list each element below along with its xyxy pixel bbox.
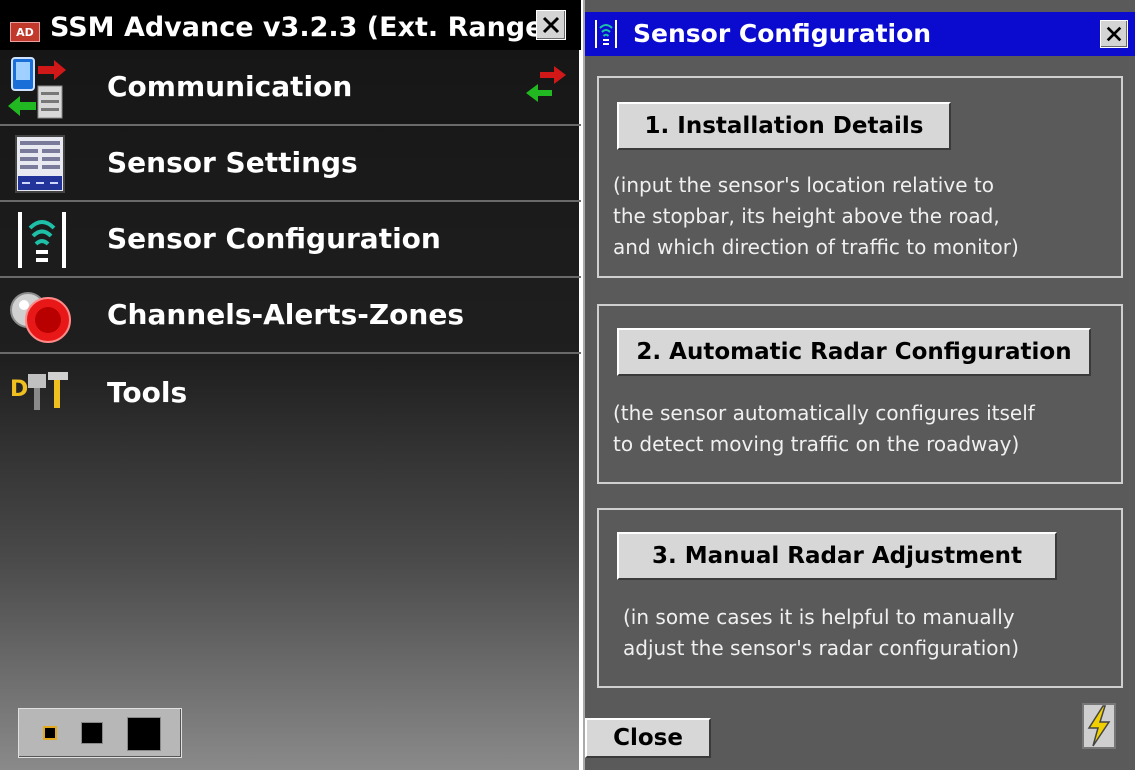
menu-label-communication: Communication xyxy=(107,70,353,103)
sensor-configuration-icon xyxy=(8,208,72,272)
menu-label-tools: Tools xyxy=(107,376,188,409)
manual-radar-adjustment-description: (in some cases it is helpful to manually… xyxy=(623,605,1020,660)
sensor-configuration-icon xyxy=(595,20,617,48)
installation-details-description: (input the sensor's location relative to… xyxy=(613,173,1019,259)
close-icon xyxy=(1106,26,1122,42)
channels-alerts-zones-icon xyxy=(8,284,72,348)
dialog-title: Sensor Configuration xyxy=(633,19,932,48)
menu-item-sensor-settings[interactable]: Sensor Settings xyxy=(0,126,581,202)
sensor-configuration-dialog: Sensor Configuration 1. Installation Det… xyxy=(583,0,1135,770)
tools-icon: D xyxy=(8,362,72,426)
close-icon xyxy=(542,16,560,34)
sensor-settings-icon xyxy=(8,132,72,196)
main-title-bar: AD SSM Advance v3.2.3 (Ext. Range) xyxy=(0,0,581,50)
manual-radar-adjustment-group: 3. Manual Radar Adjustment (in some case… xyxy=(597,508,1123,688)
automatic-radar-configuration-button[interactable]: 2. Automatic Radar Configuration xyxy=(617,328,1091,376)
menu-item-channels-alerts-zones[interactable]: Channels-Alerts-Zones xyxy=(0,278,581,354)
automatic-radar-configuration-group: 2. Automatic Radar Configuration (the se… xyxy=(597,304,1123,484)
menu-label-sensor-settings: Sensor Settings xyxy=(107,146,358,179)
close-button[interactable]: Close xyxy=(585,718,711,758)
dialog-title-bar: Sensor Configuration xyxy=(585,12,1135,56)
menu-label-sensor-configuration: Sensor Configuration xyxy=(107,222,441,255)
dialog-close-x-button[interactable] xyxy=(1100,20,1128,48)
menu-item-sensor-configuration[interactable]: Sensor Configuration xyxy=(0,202,581,278)
svg-text:D: D xyxy=(10,377,28,402)
main-close-button[interactable] xyxy=(536,10,566,40)
connection-status-icon xyxy=(526,66,566,102)
communication-icon xyxy=(8,56,72,120)
menu-label-channels-alerts-zones: Channels-Alerts-Zones xyxy=(107,298,464,331)
app-logo-icon: AD xyxy=(10,22,40,42)
view-size-selector xyxy=(18,708,182,758)
manual-radar-adjustment-button[interactable]: 3. Manual Radar Adjustment xyxy=(617,532,1057,580)
lightning-bolt-icon[interactable] xyxy=(1081,702,1117,750)
installation-details-button[interactable]: 1. Installation Details xyxy=(617,102,951,150)
installation-details-group: 1. Installation Details (input the senso… xyxy=(597,76,1123,278)
automatic-radar-configuration-description: (the sensor automatically configures its… xyxy=(613,401,1035,456)
menu-item-communication[interactable]: Communication xyxy=(0,50,581,126)
main-window-title: SSM Advance v3.2.3 (Ext. Range) xyxy=(50,12,556,43)
large-view-button[interactable] xyxy=(127,717,161,751)
main-menu-window: AD SSM Advance v3.2.3 (Ext. Range) Commu… xyxy=(0,0,581,770)
menu-item-tools[interactable]: D Tools xyxy=(0,354,581,430)
medium-view-button[interactable] xyxy=(81,722,103,744)
small-view-button[interactable] xyxy=(43,726,57,740)
